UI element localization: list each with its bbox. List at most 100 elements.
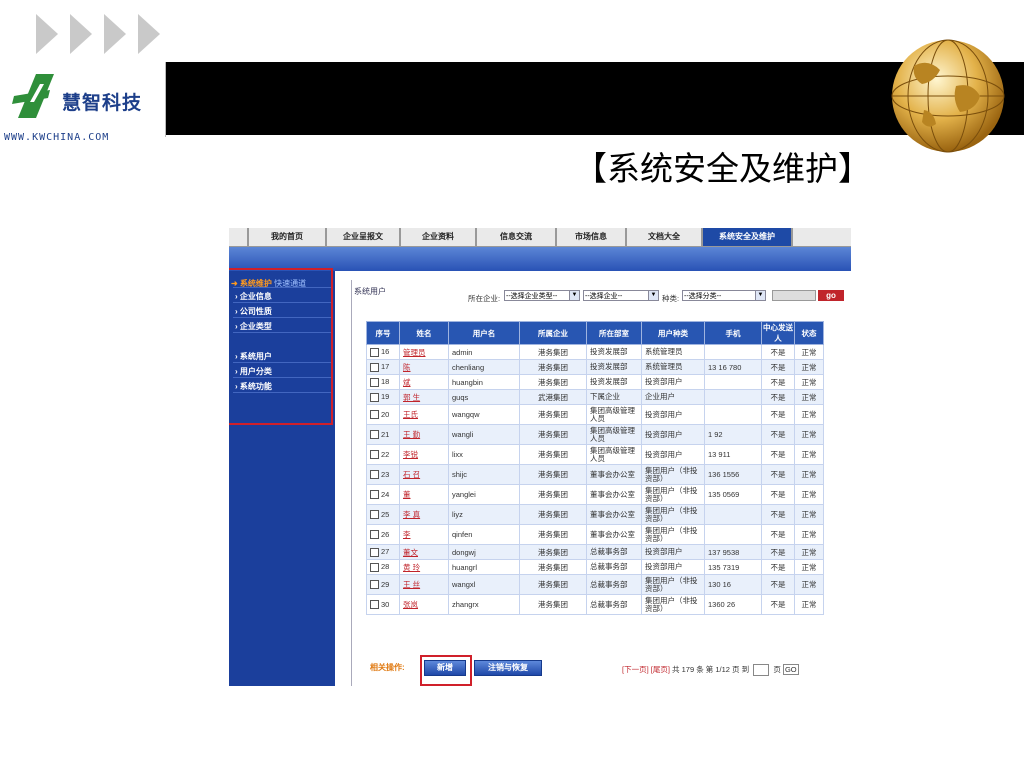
table-row[interactable]: 29 王 丝 wangxl 港务集团 总裁事务部 集团用户（非投资部） 130 16 不是 正常 bbox=[366, 574, 824, 595]
table-cell: 港务集团 bbox=[519, 544, 587, 560]
go-button[interactable]: go bbox=[818, 290, 844, 301]
row-checkbox[interactable] bbox=[370, 362, 379, 372]
column-header: 用户名 bbox=[448, 321, 520, 345]
table-cell: 投资部用户 bbox=[641, 374, 705, 390]
table-cell: 董事会办公室 bbox=[586, 524, 642, 545]
row-checkbox[interactable] bbox=[370, 530, 379, 540]
table-row[interactable]: 22 李锐 lixx 港务集团 集团高级管理人员 投资部用户 13 911 不是 正常 bbox=[366, 444, 824, 465]
tab-company-info[interactable]: 企业资料 bbox=[401, 228, 477, 246]
table-row[interactable]: 19 郭 生 guqs 武港集团 下属企业 企业用户 不是 正常 bbox=[366, 389, 824, 405]
table-cell: 下属企业 bbox=[586, 389, 642, 405]
enterprise-select[interactable]: --选择企业-- ▼ bbox=[583, 290, 659, 301]
table-cell: 董事会办公室 bbox=[586, 464, 642, 485]
table-row[interactable]: 17 陈 chenliang 港务集团 投资发展部 系统管理员 13 16 780 不是 正常 bbox=[366, 359, 824, 375]
tab-home[interactable]: 我的首页 bbox=[249, 228, 327, 246]
row-checkbox[interactable] bbox=[370, 450, 379, 460]
user-name-link[interactable]: 石 召 bbox=[403, 470, 420, 479]
logo-mark-icon bbox=[12, 74, 54, 118]
table-cell: 港务集团 bbox=[519, 464, 587, 485]
sidebar-highlight-box bbox=[229, 268, 333, 425]
row-checkbox[interactable] bbox=[370, 490, 379, 500]
table-cell: 港务集团 bbox=[519, 404, 587, 425]
table-cell bbox=[704, 504, 762, 525]
row-number: 21 bbox=[381, 429, 390, 439]
user-name-cell: 董文 bbox=[399, 544, 449, 560]
table-row[interactable]: 21 王 勤 wangli 港务集团 集团高级管理人员 投资部用户 1 92 不是 正常 bbox=[366, 424, 824, 445]
user-name-link[interactable]: 李锐 bbox=[403, 450, 418, 459]
page-go-button[interactable]: GO bbox=[782, 664, 799, 675]
row-checkbox[interactable] bbox=[370, 580, 379, 590]
row-checkbox[interactable] bbox=[370, 510, 379, 520]
add-button-highlight-box bbox=[420, 655, 472, 686]
column-header: 手机 bbox=[704, 321, 762, 345]
table-row[interactable]: 24 董 yanglei 港务集团 董事会办公室 集团用户（非投资部） 135 0569 不是… bbox=[366, 484, 824, 505]
row-checkbox[interactable] bbox=[370, 410, 379, 420]
actions-label: 相关操作: bbox=[370, 663, 405, 672]
row-checkbox[interactable] bbox=[370, 392, 379, 402]
tab-messages[interactable]: 信息交流 bbox=[477, 228, 557, 246]
table-cell: 集团高级管理人员 bbox=[586, 444, 642, 465]
search-input[interactable] bbox=[772, 290, 816, 301]
row-checkbox[interactable] bbox=[370, 347, 379, 357]
table-cell: 不是 bbox=[761, 374, 795, 390]
row-number: 24 bbox=[381, 489, 390, 499]
table-row[interactable]: 26 李 qinfen 港务集团 董事会办公室 集团用户（非投资部） 不是 正常 bbox=[366, 524, 824, 545]
table-row[interactable]: 30 张岚 zhangrx 港务集团 总裁事务部 集团用户（非投资部） 1360 26 不是正… bbox=[366, 594, 824, 615]
row-select-cell: 19 bbox=[366, 389, 400, 405]
table-cell: 投资发展部 bbox=[586, 344, 642, 360]
table-cell: 不是 bbox=[761, 359, 795, 375]
last-page-link[interactable]: [尾页] bbox=[651, 665, 670, 674]
tab-market[interactable]: 市场信息 bbox=[557, 228, 627, 246]
user-name-link[interactable]: 董文 bbox=[403, 548, 418, 557]
row-checkbox[interactable] bbox=[370, 600, 379, 610]
app-screenshot: 我的首页 企业呈报文 企业资料 信息交流 市场信息 文档大全 系统安全及维护 ➜… bbox=[229, 228, 851, 686]
row-checkbox[interactable] bbox=[370, 430, 379, 440]
user-name-link[interactable]: 王氏 bbox=[403, 410, 418, 419]
table-cell bbox=[704, 404, 762, 425]
table-row[interactable]: 16 管理员 admin 港务集团 投资发展部 系统管理员 不是 正常 bbox=[366, 344, 824, 360]
enterprise-type-select[interactable]: --选择企业类型-- ▼ bbox=[504, 290, 580, 301]
table-cell: 集团高级管理人员 bbox=[586, 424, 642, 445]
table-row[interactable]: 27 董文 dongwj 港务集团 总裁事务部 投资部用户 137 9538 不是 正常 bbox=[366, 544, 824, 560]
user-name-link[interactable]: 陈 bbox=[403, 363, 411, 372]
user-name-link[interactable]: 管理员 bbox=[403, 348, 426, 357]
row-select-cell: 28 bbox=[366, 559, 400, 575]
user-name-link[interactable]: 郭 生 bbox=[403, 393, 420, 402]
table-cell: 1360 26 bbox=[704, 594, 762, 615]
row-checkbox[interactable] bbox=[370, 377, 379, 387]
row-checkbox[interactable] bbox=[370, 562, 379, 572]
tab-documents[interactable]: 文档大全 bbox=[627, 228, 703, 246]
cancel-restore-button[interactable]: 注销与恢复 bbox=[474, 660, 542, 676]
user-name-link[interactable]: 张岚 bbox=[403, 600, 418, 609]
next-page-link[interactable]: [下一页] bbox=[622, 665, 649, 674]
table-cell bbox=[704, 389, 762, 405]
table-cell: 集团用户（非投资部） bbox=[641, 464, 705, 485]
user-name-link[interactable]: 董 bbox=[403, 490, 411, 499]
table-cell: 正常 bbox=[794, 559, 824, 575]
tab-security[interactable]: 系统安全及维护 bbox=[703, 228, 793, 246]
table-row[interactable]: 28 黄 玲 huangrl 港务集团 总裁事务部 投资部用户 135 7319 不是 正常 bbox=[366, 559, 824, 575]
user-name-link[interactable]: 李 bbox=[403, 530, 411, 539]
row-checkbox[interactable] bbox=[370, 547, 379, 557]
table-cell: 港务集团 bbox=[519, 524, 587, 545]
table-row[interactable]: 23 石 召 shijc 港务集团 董事会办公室 集团用户（非投资部） 136 1556 不是… bbox=[366, 464, 824, 485]
user-name-link[interactable]: 黄 玲 bbox=[403, 563, 420, 572]
table-row[interactable]: 18 斌 huangbin 港务集团 投资发展部 投资部用户 不是 正常 bbox=[366, 374, 824, 390]
user-name-link[interactable]: 李 真 bbox=[403, 510, 420, 519]
category-select[interactable]: --选择分类-- ▼ bbox=[682, 290, 766, 301]
row-number: 18 bbox=[381, 377, 390, 387]
table-cell: 正常 bbox=[794, 389, 824, 405]
user-name-link[interactable]: 王 勤 bbox=[403, 430, 420, 439]
table-cell: 不是 bbox=[761, 444, 795, 465]
table-row[interactable]: 20 王氏 wangqw 港务集团 集团高级管理人员 投资部用户 不是 正常 bbox=[366, 404, 824, 425]
table-cell: 港务集团 bbox=[519, 594, 587, 615]
row-checkbox[interactable] bbox=[370, 470, 379, 480]
row-select-cell: 24 bbox=[366, 484, 400, 505]
tab-report[interactable]: 企业呈报文 bbox=[327, 228, 401, 246]
table-row[interactable]: 25 李 真 liyz 港务集团 董事会办公室 集团用户（非投资部） 不是 正常 bbox=[366, 504, 824, 525]
table-cell: 不是 bbox=[761, 504, 795, 525]
page-number-input[interactable] bbox=[753, 664, 770, 677]
table-cell: 总裁事务部 bbox=[586, 559, 642, 575]
user-name-link[interactable]: 王 丝 bbox=[403, 580, 420, 589]
user-name-link[interactable]: 斌 bbox=[403, 378, 411, 387]
